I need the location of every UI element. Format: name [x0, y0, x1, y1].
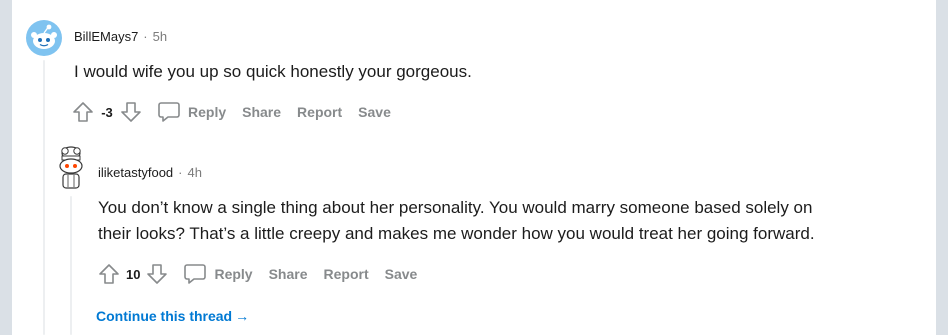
- comment-header: iliketastyfood · 4h: [98, 165, 202, 180]
- username[interactable]: iliketastyfood: [98, 165, 173, 180]
- report-label: Report: [297, 104, 343, 120]
- save-button[interactable]: Save: [350, 104, 399, 120]
- share-button[interactable]: Share: [234, 104, 289, 120]
- arrow-right-icon: →: [235, 308, 250, 324]
- share-label: Share: [242, 104, 282, 120]
- downvote-arrow-icon: [121, 102, 141, 122]
- avatar[interactable]: [53, 145, 89, 196]
- speech-bubble-icon: [158, 102, 180, 122]
- save-button[interactable]: Save: [377, 266, 426, 282]
- comment-body: I would wife you up so quick honestly yo…: [74, 59, 472, 85]
- comment-body-text: I would wife you up so quick honestly yo…: [74, 62, 472, 81]
- downvote-arrow-icon: [147, 264, 168, 284]
- separator-dot: ·: [143, 29, 148, 44]
- reply-label: Reply: [188, 104, 227, 120]
- report-label: Report: [323, 266, 369, 282]
- snoo-avatar-icon: [26, 20, 62, 56]
- upvote-button[interactable]: [70, 99, 96, 125]
- vote-score: -3: [101, 104, 113, 120]
- continue-thread-label: Continue this thread: [96, 308, 233, 324]
- save-label: Save: [358, 104, 391, 120]
- downvote-button[interactable]: [144, 261, 170, 287]
- avatar[interactable]: [26, 20, 62, 61]
- reply-button[interactable]: Reply: [150, 100, 234, 124]
- comment-panel: BillEMays7 · 5h I would wife you up so q…: [12, 0, 936, 335]
- speech-bubble-icon: [184, 264, 207, 284]
- continue-thread-link[interactable]: Continue this thread →: [96, 308, 249, 324]
- report-button[interactable]: Report: [316, 266, 377, 282]
- comment-body: You don’t know a single thing about her …: [98, 195, 815, 247]
- upvote-button[interactable]: [96, 261, 122, 287]
- share-label: Share: [268, 266, 308, 282]
- comment-actions: -3 Reply Share Report Save: [70, 99, 399, 125]
- save-label: Save: [384, 266, 418, 282]
- comment-body-line: You don’t know a single thing about her …: [98, 198, 813, 217]
- username[interactable]: BillEMays7: [74, 29, 138, 44]
- share-button[interactable]: Share: [261, 266, 316, 282]
- vote-score: 10: [126, 266, 141, 282]
- thread-line-level-2[interactable]: [70, 196, 72, 335]
- comment-actions: 10 Reply Share Report Save: [96, 261, 425, 287]
- timestamp[interactable]: 5h: [153, 29, 167, 44]
- upvote-arrow-icon: [99, 264, 119, 284]
- reply-button[interactable]: Reply: [176, 262, 260, 286]
- downvote-button[interactable]: [118, 99, 144, 125]
- snoo-avatar-icon: [59, 146, 83, 189]
- report-button[interactable]: Report: [289, 104, 350, 120]
- comment-header: BillEMays7 · 5h: [74, 29, 167, 44]
- timestamp[interactable]: 4h: [188, 165, 202, 180]
- thread-line-level-1[interactable]: [43, 60, 45, 335]
- upvote-arrow-icon: [73, 102, 93, 122]
- separator-dot: ·: [178, 165, 183, 180]
- reply-label: Reply: [214, 266, 253, 282]
- comment-body-line: their looks? That’s a little creepy and …: [98, 224, 815, 243]
